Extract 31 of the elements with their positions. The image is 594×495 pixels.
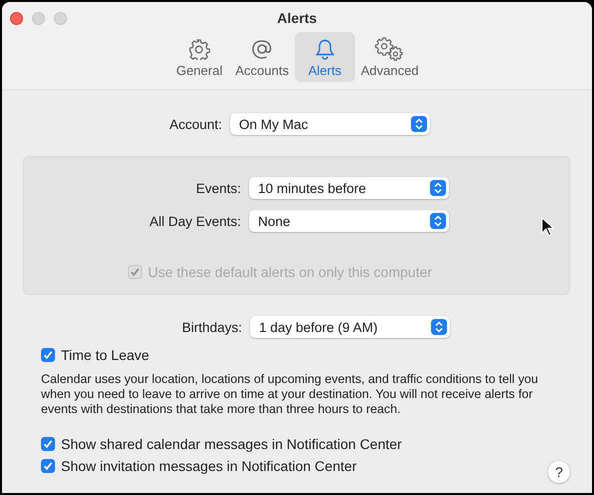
close-button[interactable] bbox=[10, 12, 23, 25]
bell-icon bbox=[314, 38, 336, 60]
toolbar-tab[interactable]: Accounts bbox=[229, 32, 295, 82]
checkbox-label: Show invitation messages in Notification Center bbox=[61, 458, 357, 474]
description-text: Calendar uses your location, locations of upcoming events, and traffic conditions to tell you when you need to leave to arrive on time at your destination. You will not receive alerts for events with destinations that take more than three hours to reach. bbox=[41, 372, 540, 417]
checkbox[interactable] bbox=[41, 459, 55, 473]
field-label: Birthdays: bbox=[180, 320, 242, 334]
field-label: Events: bbox=[194, 180, 241, 196]
checkbox-label: Use these default alerts on only this computer bbox=[148, 264, 432, 280]
field-label: All Day Events: bbox=[148, 214, 241, 228]
stepper-arrows-icon bbox=[411, 116, 427, 132]
gear-icon bbox=[188, 38, 210, 60]
checkbox[interactable] bbox=[41, 348, 55, 362]
stepper-arrows-icon bbox=[430, 213, 446, 229]
checkbox[interactable] bbox=[41, 437, 55, 451]
popup-menu[interactable]: 1 day before (9 AM) bbox=[250, 316, 450, 338]
gears-icon bbox=[374, 37, 405, 61]
stepper-arrows-icon bbox=[430, 180, 446, 196]
toolbar-tab[interactable]: General bbox=[169, 32, 230, 82]
checkbox-label: Time to Leave bbox=[61, 347, 150, 363]
stepper-arrows-icon bbox=[431, 319, 447, 335]
pointer-icon bbox=[541, 217, 554, 237]
at-sign-icon bbox=[251, 38, 274, 60]
popup-menu[interactable]: None bbox=[249, 210, 449, 232]
window-title: Alerts bbox=[277, 10, 317, 27]
toolbar-tab[interactable]: Advanced bbox=[354, 32, 425, 82]
popup-menu[interactable]: On My Mac bbox=[230, 113, 430, 135]
help-button[interactable]: ? bbox=[548, 461, 570, 483]
popup-menu[interactable]: 10 minutes before bbox=[249, 177, 449, 199]
field-label: Account: bbox=[168, 116, 222, 132]
checkbox-label: Show shared calendar messages in Notification Center bbox=[61, 436, 402, 452]
